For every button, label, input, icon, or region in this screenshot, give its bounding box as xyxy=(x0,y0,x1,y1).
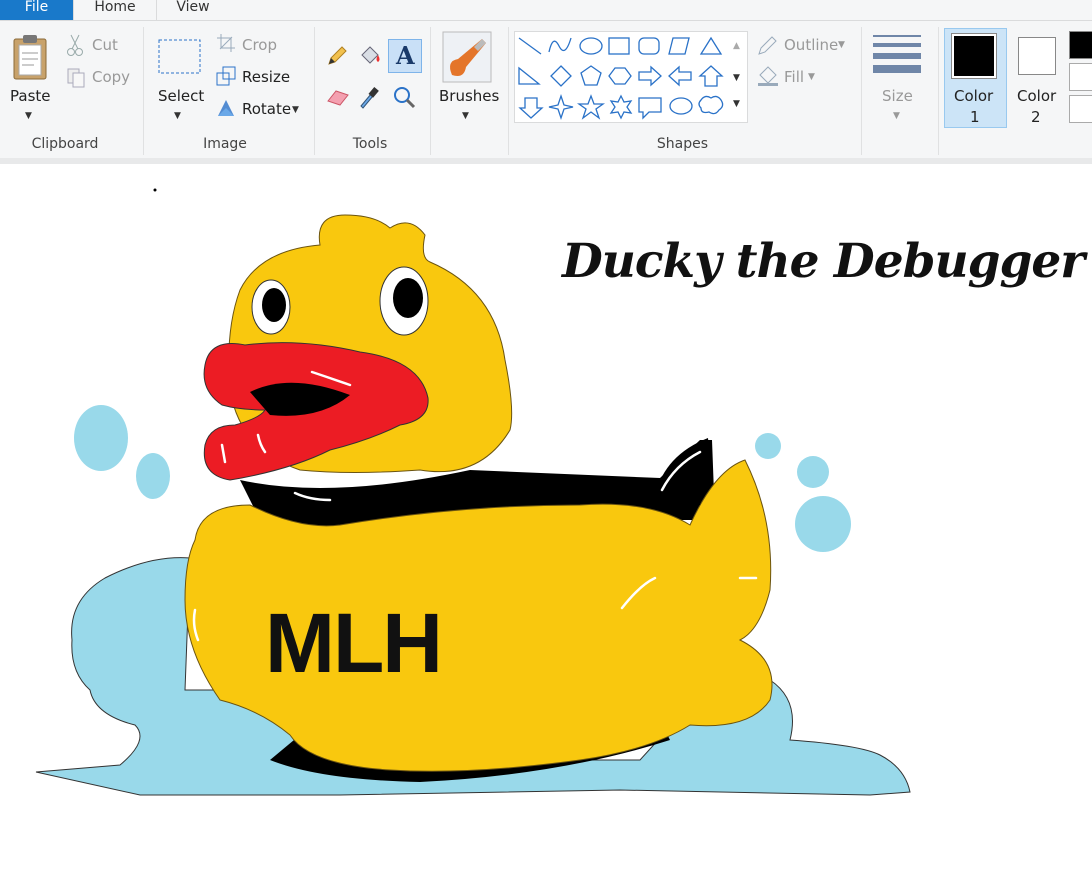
copy-icon xyxy=(66,67,86,93)
drawing-title: Ducky the Debugger xyxy=(562,234,1085,289)
palette-swatch-black[interactable] xyxy=(1069,31,1092,59)
text-icon: A xyxy=(396,41,415,70)
separator xyxy=(430,27,431,155)
separator xyxy=(143,27,144,155)
tab-home[interactable]: Home xyxy=(73,0,157,20)
group-shapes-label: Shapes xyxy=(656,136,709,152)
cut-icon xyxy=(66,33,84,61)
select-dropdown-icon[interactable]: ▼ xyxy=(174,111,181,121)
tab-view[interactable]: View xyxy=(156,0,230,20)
magnifier-icon[interactable] xyxy=(392,85,416,113)
paste-label: Paste xyxy=(10,87,51,105)
size-icon xyxy=(872,33,922,79)
shapes-scroll-up-icon[interactable]: ▲ xyxy=(733,41,740,51)
bubble xyxy=(755,433,781,459)
clipboard-icon xyxy=(13,35,47,80)
color1-label: Color xyxy=(954,87,994,105)
color2-swatch[interactable] xyxy=(1018,37,1056,75)
paste-dropdown-icon[interactable]: ▼ xyxy=(25,111,32,121)
outline-icon xyxy=(756,35,778,61)
copy-button[interactable]: Copy xyxy=(92,68,130,86)
brushes-button[interactable]: Brushes xyxy=(439,87,499,105)
fill-button[interactable]: Fill xyxy=(784,68,804,86)
shapes-icons xyxy=(518,36,724,121)
eraser-icon[interactable] xyxy=(326,87,350,111)
duck-tail xyxy=(655,438,709,512)
select-icon xyxy=(158,39,202,79)
bubble xyxy=(74,405,128,471)
crop-button[interactable]: Crop xyxy=(242,36,277,54)
shapes-gallery[interactable] xyxy=(514,31,748,123)
rotate-icon xyxy=(216,98,236,122)
color1-number: 1 xyxy=(970,108,980,126)
color2-label: Color xyxy=(1017,87,1057,105)
ribbon: Paste ▼ Cut Copy Clipboard Select ▼ Crop… xyxy=(0,20,1092,160)
duck-shirt-text: MLH xyxy=(265,596,443,690)
palette-swatch-white[interactable] xyxy=(1069,63,1092,91)
color-picker-icon[interactable] xyxy=(358,85,380,113)
group-image-label: Image xyxy=(203,136,247,152)
paste-button[interactable] xyxy=(10,33,50,85)
color2-number: 2 xyxy=(1031,108,1041,126)
duck-left-eye xyxy=(262,288,286,322)
group-tools-label: Tools xyxy=(352,136,388,152)
fill-icon xyxy=(756,65,780,91)
pencil-icon[interactable] xyxy=(326,45,348,71)
size-button[interactable]: Size xyxy=(882,87,913,105)
ribbon-tabs: File Home View xyxy=(0,0,1092,20)
outline-dropdown-icon[interactable]: ▼ xyxy=(838,40,845,50)
fill-bucket-icon[interactable] xyxy=(358,45,382,71)
bubble xyxy=(795,496,851,552)
tab-file[interactable]: File xyxy=(0,0,73,20)
drawing-canvas[interactable]: Ducky the Debugger MLH xyxy=(0,164,1092,873)
rotate-button[interactable]: Rotate xyxy=(242,100,291,118)
separator xyxy=(508,27,509,155)
color1-swatch xyxy=(954,36,994,76)
fill-dropdown-icon[interactable]: ▼ xyxy=(808,72,815,82)
rotate-dropdown-icon[interactable]: ▼ xyxy=(292,105,299,115)
cut-button[interactable]: Cut xyxy=(92,36,118,54)
resize-button[interactable]: Resize xyxy=(242,68,290,86)
select-button[interactable]: Select xyxy=(158,87,204,105)
brushes-dropdown-icon[interactable]: ▼ xyxy=(462,111,469,121)
crop-icon xyxy=(216,33,236,57)
shapes-scroll-down-icon[interactable]: ▼ xyxy=(733,73,740,83)
outline-button[interactable]: Outline xyxy=(784,36,838,54)
duck-right-eye xyxy=(393,278,423,318)
brushes-icon xyxy=(442,31,492,87)
resize-icon xyxy=(216,66,236,90)
palette-swatch-empty[interactable] xyxy=(1069,95,1092,123)
bubble xyxy=(797,456,829,488)
group-clipboard-label: Clipboard xyxy=(31,136,99,152)
size-dropdown-icon[interactable]: ▼ xyxy=(893,111,900,121)
separator xyxy=(938,27,939,155)
shapes-expand-icon[interactable]: ▼ xyxy=(733,99,740,109)
stray-dot xyxy=(153,188,157,192)
bubble xyxy=(136,453,170,499)
separator xyxy=(861,27,862,155)
text-tool-button[interactable]: A xyxy=(388,39,422,73)
color1-frame xyxy=(951,33,997,79)
